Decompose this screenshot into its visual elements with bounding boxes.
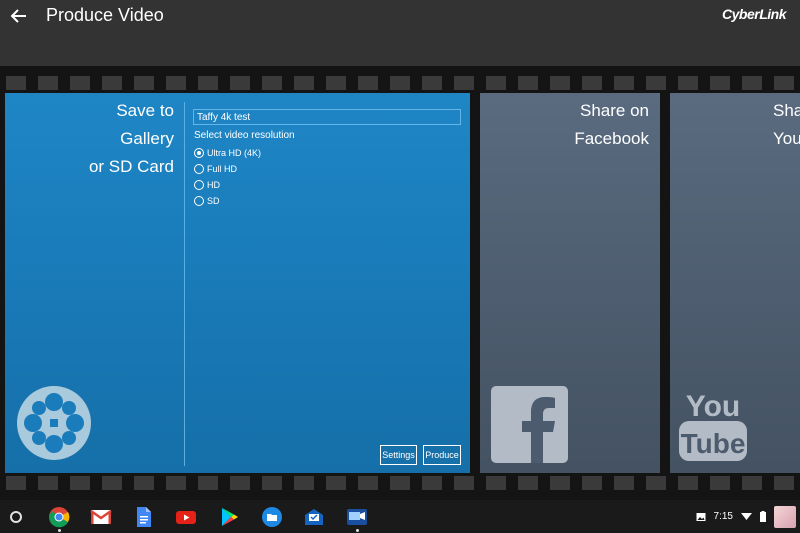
film-perforations-top [0,76,800,90]
radio-selected-icon[interactable] [194,147,204,158]
youtube-logo-tube: Tube [681,428,746,459]
save-title-line-3: or SD Card [88,157,174,176]
card-divider [184,102,185,466]
share-youtube-card[interactable]: Sha You You Tube [670,93,800,473]
settings-button[interactable]: Settings [380,445,417,465]
files-icon[interactable] [261,506,283,528]
facebook-title-line-1: Share on [580,101,649,120]
radio-icon[interactable] [194,179,204,190]
facebook-card-title: Share on Facebook [489,97,649,153]
save-card-title: Save to Gallery or SD Card [14,97,174,181]
app-bar: Produce Video CyberLink [0,0,800,66]
youtube-app-icon[interactable] [175,506,197,528]
gmail-icon[interactable] [90,506,112,528]
chrome-icon[interactable] [48,506,70,528]
resolution-option-label: Ultra HD (4K) [207,147,262,158]
youtube-logo-icon: You Tube [679,390,747,461]
page-title: Produce Video [46,5,164,25]
resolution-option-sd[interactable]: SD [194,194,220,207]
facebook-title-line-2: Facebook [574,129,649,148]
youtube-title-line-2: You [773,129,800,148]
wifi-icon[interactable] [741,512,752,521]
resolution-option-fullhd[interactable]: Full HD [194,162,237,175]
youtube-card-title: Sha You [773,97,800,153]
facebook-icon [491,386,568,463]
radio-icon[interactable] [194,195,204,206]
save-title-line-1: Save to [116,101,174,120]
running-indicator [356,529,359,532]
share-facebook-card[interactable]: Share on Facebook [480,93,660,473]
youtube-title-line-1: Sha [773,101,800,120]
powerdirector-icon[interactable] [346,506,368,528]
save-to-gallery-card[interactable]: Save to Gallery or SD Card Select video … [5,93,470,473]
resolution-label: Select video resolution [194,130,295,141]
radio-icon[interactable] [194,163,204,174]
clock[interactable]: 7:15 [714,511,733,522]
film-reel-icon [17,386,91,460]
play-store-icon[interactable] [218,506,240,528]
inbox-icon[interactable] [303,506,325,528]
avatar[interactable] [774,505,796,528]
resolution-option-hd[interactable]: HD [194,178,220,191]
filename-input[interactable] [193,109,461,125]
resolution-option-label: Full HD [207,163,238,174]
cyberlink-logo: CyberLink [722,6,786,22]
system-shelf: 7:15 [0,500,800,533]
launcher-icon[interactable] [10,511,22,523]
running-indicator [58,529,61,532]
resolution-option-uhd[interactable]: Ultra HD (4K) [194,146,261,159]
produce-button[interactable]: Produce [423,445,461,465]
youtube-logo-you: You [686,390,740,423]
save-title-line-2: Gallery [120,129,174,148]
image-notification-icon[interactable] [696,512,706,522]
status-tray[interactable]: 7:15 [696,500,800,533]
filmstrip: Save to Gallery or SD Card Select video … [0,66,800,500]
film-perforations-bottom [0,476,800,490]
resolution-option-label: SD [207,195,220,206]
battery-icon[interactable] [760,511,766,522]
docs-icon[interactable] [132,506,154,528]
back-arrow-icon[interactable] [6,3,32,29]
resolution-option-label: HD [207,179,220,190]
